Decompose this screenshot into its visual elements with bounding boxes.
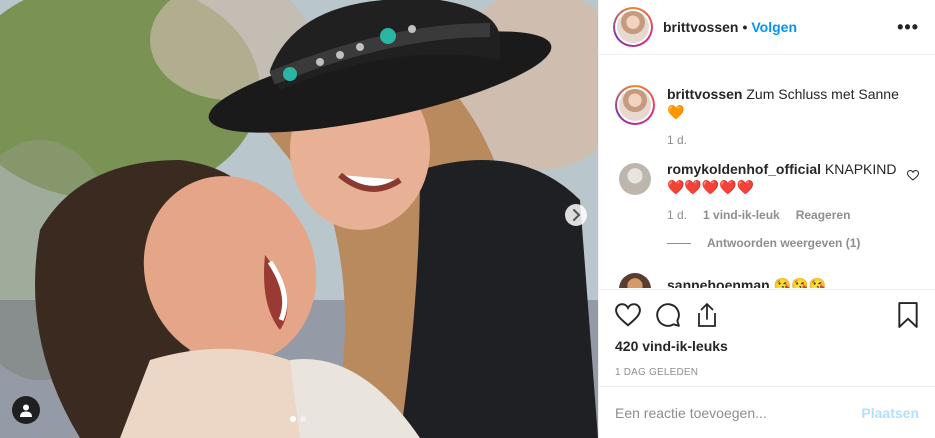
comments-list[interactable]: brittvossen Zum Schluss met Sanne 🧡 1 d.… <box>599 56 935 288</box>
carousel-dot-active <box>290 416 296 422</box>
user-icon <box>20 404 32 417</box>
follow-button[interactable]: Volgen <box>751 19 797 35</box>
heart-outline-icon <box>906 169 920 181</box>
comment-bubble-icon <box>656 303 680 327</box>
more-options-button[interactable]: ••• <box>897 17 919 38</box>
post-photo[interactable] <box>0 0 598 438</box>
view-replies-button[interactable]: Antwoorden weergeven (1) <box>667 236 919 250</box>
view-replies-label: Antwoorden weergeven (1) <box>707 236 861 250</box>
post-comment-button[interactable]: Plaatsen <box>861 405 919 421</box>
comment-input[interactable] <box>615 404 862 421</box>
photo-illustration <box>0 0 598 438</box>
likes-count[interactable]: 420 vind-ik-leuks <box>615 338 919 354</box>
comment-likes[interactable]: 1 vind-ik-leuk <box>703 206 780 224</box>
reply-button[interactable]: Reageren <box>796 206 851 224</box>
caption-avatar[interactable] <box>615 85 655 125</box>
comment-item: sannehoenman 😘😘😘 <box>615 270 919 288</box>
save-button[interactable] <box>897 302 919 328</box>
comment-like-button[interactable] <box>906 168 920 184</box>
bookmark-icon <box>898 302 918 328</box>
carousel-dot <box>300 416 306 422</box>
posted-time[interactable]: 1 DAG GELEDEN <box>615 367 919 378</box>
comment-username[interactable]: sannehoenman <box>667 277 770 288</box>
author-username[interactable]: brittvossen <box>663 19 738 35</box>
heart-outline-icon <box>615 303 641 327</box>
replies-divider <box>667 242 691 244</box>
comment-text: 😘😘😘 <box>773 277 826 288</box>
caption-username[interactable]: brittvossen <box>667 86 742 102</box>
post-actions: 420 vind-ik-leuks 1 DAG GELEDEN <box>599 289 935 378</box>
comment-button[interactable] <box>655 302 681 328</box>
comment-text: KNAPKIND <box>824 161 897 177</box>
carousel-indicator <box>290 416 306 422</box>
add-comment-bar: Plaatsen <box>599 386 935 438</box>
comment-emoji: ❤️❤️❤️❤️❤️ <box>667 179 755 195</box>
comment-time[interactable]: 1 d. <box>667 206 687 224</box>
post-header: brittvossen • Volgen ••• <box>599 0 935 55</box>
comment-username[interactable]: romykoldenhof_official <box>667 161 821 177</box>
action-icons-row <box>615 290 919 340</box>
caption-emoji: 🧡 <box>667 104 685 120</box>
header-separator: • <box>742 19 748 35</box>
comment-item: romykoldenhof_official KNAPKIND ❤️❤️❤️❤️… <box>615 160 920 224</box>
post-side-panel: brittvossen • Volgen ••• brittvossen Zum… <box>598 0 935 438</box>
author-avatar[interactable] <box>613 7 653 47</box>
caption-time[interactable]: 1 d. <box>667 131 687 149</box>
commenter-avatar[interactable] <box>619 273 651 288</box>
carousel-next-button[interactable] <box>565 204 587 226</box>
share-upload-icon <box>698 303 716 327</box>
like-button[interactable] <box>615 303 641 327</box>
post-caption: brittvossen Zum Schluss met Sanne 🧡 1 d. <box>615 85 919 149</box>
chevron-right-icon <box>573 209 581 221</box>
caption-text: Zum Schluss met Sanne <box>746 86 899 102</box>
commenter-avatar[interactable] <box>619 163 651 195</box>
tagged-users-button[interactable] <box>12 396 40 424</box>
share-button[interactable] <box>695 302 719 328</box>
